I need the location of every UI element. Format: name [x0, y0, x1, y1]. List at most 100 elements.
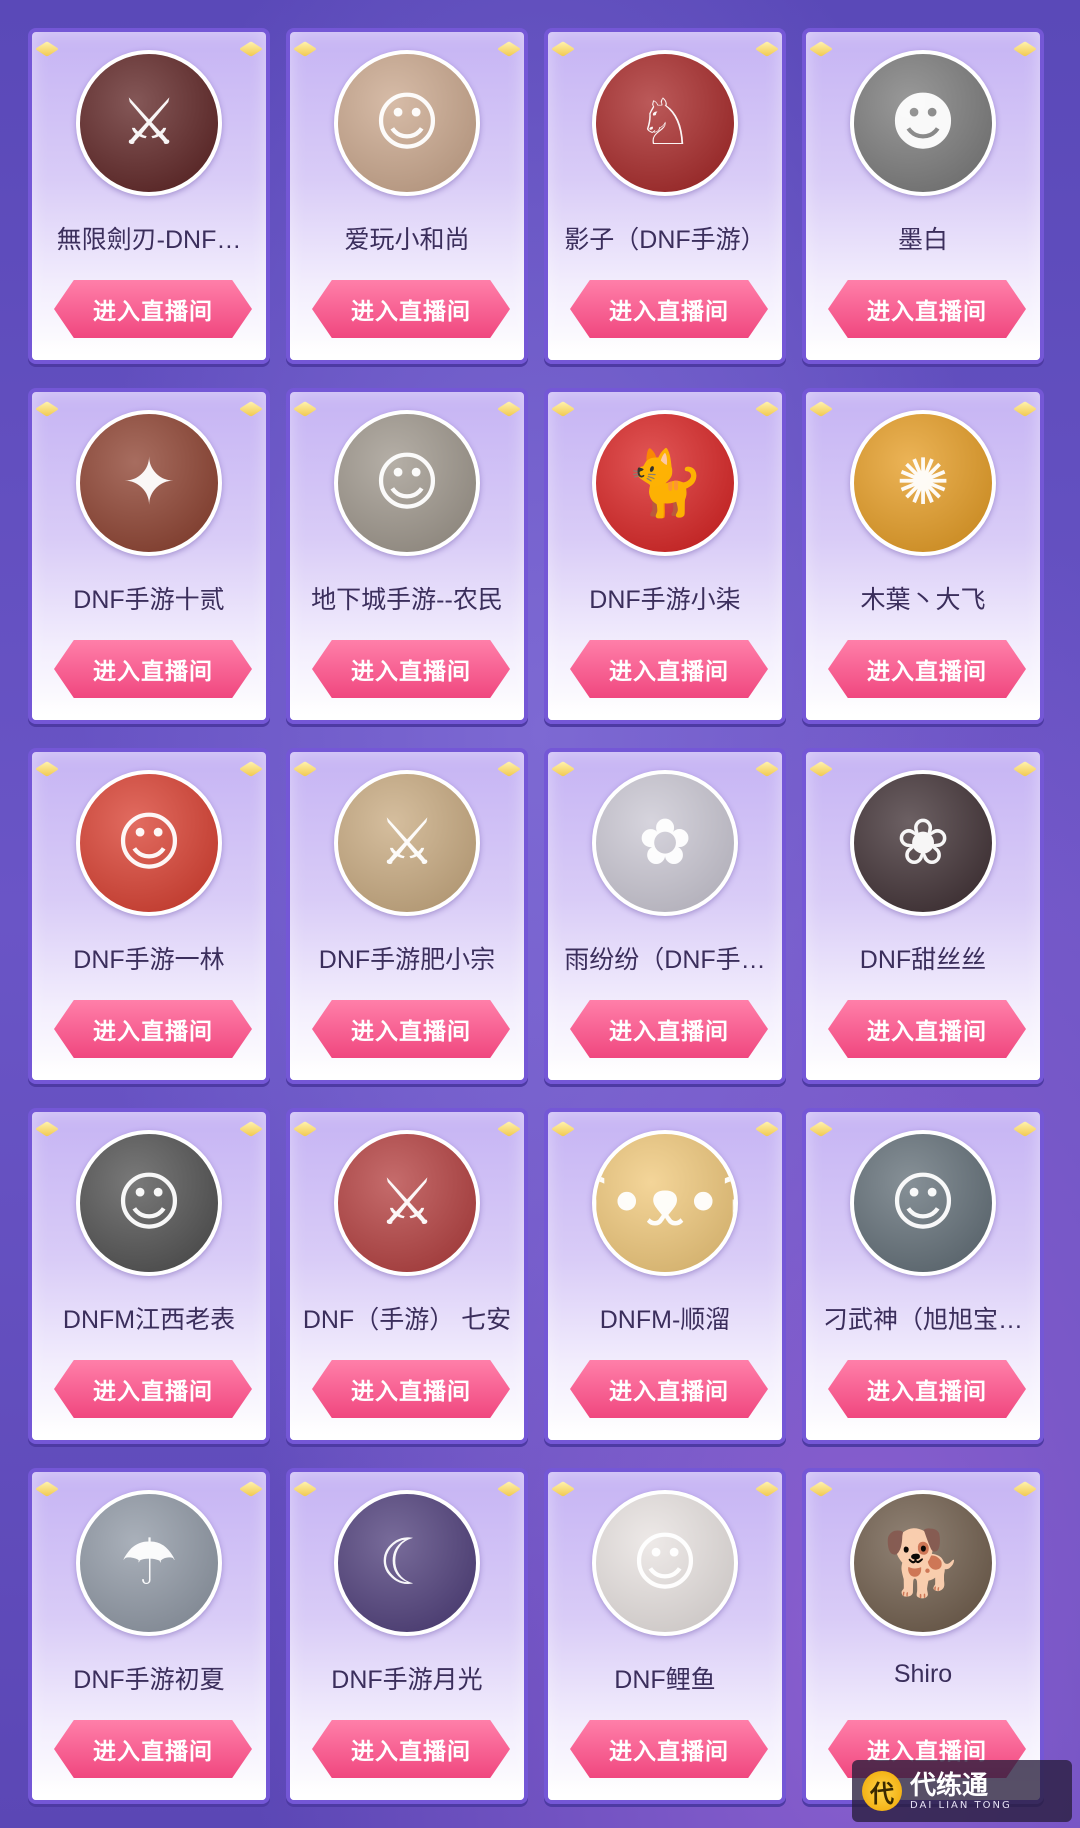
- gold-corner-icon: [496, 761, 522, 777]
- gold-corner-icon: [754, 41, 780, 57]
- gold-corner-icon: [808, 1121, 834, 1137]
- streamer-card: ☺ 爱玩小和尚进入直播间: [286, 28, 528, 364]
- enter-live-room-button[interactable]: 进入直播间: [570, 1720, 768, 1778]
- gold-corner-icon: [292, 401, 318, 417]
- streamer-name: DNF手游肥小宗: [318, 946, 496, 974]
- gold-corner-icon: [496, 41, 522, 57]
- streamer-card: ʕ•ᴥ•ʔ DNFM-顺溜进入直播间: [544, 1108, 786, 1444]
- gold-corner-icon: [238, 1481, 264, 1497]
- streamer-card: ☺ DNF手游一林 进入直播间: [28, 748, 270, 1084]
- bear-avatar-icon[interactable]: ʕ•ᴥ•ʔ: [592, 1130, 738, 1276]
- streamer-name: 無限劍刃-DNF…: [56, 226, 242, 254]
- gold-corner-icon: [808, 401, 834, 417]
- gold-corner-icon: [550, 761, 576, 777]
- gold-corner-icon: [34, 761, 60, 777]
- gold-corner-icon: [238, 761, 264, 777]
- ninja-avatar-icon[interactable]: ✺: [850, 410, 996, 556]
- gold-corner-icon: [1012, 1121, 1038, 1137]
- streamer-card: ✺ 木葉丶大飞进入直播间: [802, 388, 1044, 724]
- enter-live-room-button[interactable]: 进入直播间: [312, 1360, 510, 1418]
- streamer-card: ✦ DNF手游十贰 进入直播间: [28, 388, 270, 724]
- enter-live-room-button[interactable]: 进入直播间: [54, 1000, 252, 1058]
- streamer-name: Shiro: [893, 1660, 953, 1688]
- gold-corner-icon: [238, 401, 264, 417]
- gold-corner-icon: [1012, 401, 1038, 417]
- streamer-name: DNF手游小柒: [589, 586, 741, 614]
- gold-corner-icon: [292, 1481, 318, 1497]
- enter-live-room-button[interactable]: 进入直播间: [54, 1360, 252, 1418]
- watermark-logo-icon: 代: [862, 1771, 902, 1811]
- gold-corner-icon: [754, 1121, 780, 1137]
- streamer-name: DNF（手游） 七安: [302, 1306, 512, 1334]
- streamer-card: ☂ DNF手游初夏进入直播间: [28, 1468, 270, 1804]
- anime-fox-avatar-icon[interactable]: ✿: [592, 770, 738, 916]
- gold-corner-icon: [238, 41, 264, 57]
- streamer-card: 🐈 DNF手游小柒进入直播间: [544, 388, 786, 724]
- boy-avatar-icon[interactable]: ☺: [334, 50, 480, 196]
- streamer-name: DNF甜丝丝: [859, 946, 987, 974]
- streamer-name: 爱玩小和尚: [344, 226, 470, 254]
- anime-fighter-avatar-icon[interactable]: ✦: [76, 410, 222, 556]
- enter-live-room-button[interactable]: 进入直播间: [312, 280, 510, 338]
- woman-avatar-icon[interactable]: ❀: [850, 770, 996, 916]
- enter-live-room-button[interactable]: 进入直播间: [54, 280, 252, 338]
- streamer-name: DNF手游初夏: [73, 1666, 225, 1694]
- streamer-name: 刁武神（旭旭宝…: [822, 1306, 1023, 1334]
- gold-corner-icon: [496, 401, 522, 417]
- streamer-page: { "button_label": "进入直播间", "streamers": …: [0, 0, 1080, 1828]
- warrior-avatar-icon[interactable]: ⚔: [76, 50, 222, 196]
- wolf-girl-avatar-icon[interactable]: ♘: [592, 50, 738, 196]
- streamer-card: ☺ 刁武神（旭旭宝… 进入直播间: [802, 1108, 1044, 1444]
- red-warrior-avatar-icon[interactable]: ⚔: [334, 1130, 480, 1276]
- streamer-name: DNF手游月光: [331, 1666, 483, 1694]
- enter-live-room-button[interactable]: 进入直播间: [570, 640, 768, 698]
- rain-boy-avatar-icon[interactable]: ☂: [76, 1490, 222, 1636]
- gold-corner-icon: [808, 1481, 834, 1497]
- streamer-name: 地下城手游--农民: [311, 586, 503, 614]
- streamer-name: 木葉丶大飞: [860, 586, 986, 614]
- enter-live-room-button[interactable]: 进入直播间: [312, 1000, 510, 1058]
- gold-corner-icon: [808, 761, 834, 777]
- gold-corner-icon: [34, 401, 60, 417]
- enter-live-room-button[interactable]: 进入直播间: [54, 1720, 252, 1778]
- cartoon-boy-avatar-icon[interactable]: ☺: [592, 1490, 738, 1636]
- gold-corner-icon: [496, 1121, 522, 1137]
- enter-live-room-button[interactable]: 进入直播间: [828, 280, 1026, 338]
- puppy-avatar-icon[interactable]: 🐕: [850, 1490, 996, 1636]
- anime-girl-avatar-icon[interactable]: ☺: [334, 410, 480, 556]
- enter-live-room-button[interactable]: 进入直播间: [828, 1000, 1026, 1058]
- sunglasses-man-avatar-icon[interactable]: ☺: [850, 1130, 996, 1276]
- enter-live-room-button[interactable]: 进入直播间: [828, 640, 1026, 698]
- gold-corner-icon: [550, 41, 576, 57]
- black-cat-avatar-icon[interactable]: 🐈: [592, 410, 738, 556]
- enter-live-room-button[interactable]: 进入直播间: [570, 1360, 768, 1418]
- gold-corner-icon: [754, 1481, 780, 1497]
- enter-live-room-button[interactable]: 进入直播间: [312, 640, 510, 698]
- gold-corner-icon: [1012, 761, 1038, 777]
- gold-corner-icon: [1012, 1481, 1038, 1497]
- gold-corner-icon: [238, 1121, 264, 1137]
- gold-corner-icon: [754, 761, 780, 777]
- streamer-card: ☾ DNF手游月光进入直播间: [286, 1468, 528, 1804]
- gold-corner-icon: [34, 1121, 60, 1137]
- enter-live-room-button[interactable]: 进入直播间: [570, 280, 768, 338]
- enter-live-room-button[interactable]: 进入直播间: [570, 1000, 768, 1058]
- gold-corner-icon: [550, 1481, 576, 1497]
- streamer-name: DNFM-顺溜: [599, 1306, 731, 1334]
- enter-live-room-button[interactable]: 进入直播间: [312, 1720, 510, 1778]
- streamer-card: ☺ 地下城手游--农民进入直播间: [286, 388, 528, 724]
- streamer-card: ⚔ DNF手游肥小宗进入直播间: [286, 748, 528, 1084]
- swordswoman-avatar-icon[interactable]: ⚔: [334, 770, 480, 916]
- streamer-card: ⚔ DNF（手游） 七安进入直播间: [286, 1108, 528, 1444]
- gold-corner-icon: [292, 1121, 318, 1137]
- gold-corner-icon: [34, 1481, 60, 1497]
- dark-knight-avatar-icon[interactable]: ☾: [334, 1490, 480, 1636]
- streamer-card: ☺ DNFM江西老表 进入直播间: [28, 1108, 270, 1444]
- streamer-card: ⚔ 無限劍刃-DNF… 进入直播间: [28, 28, 270, 364]
- anime-boy-avatar-icon[interactable]: ☻: [850, 50, 996, 196]
- enter-live-room-button[interactable]: 进入直播间: [54, 640, 252, 698]
- man-portrait-avatar-icon[interactable]: ☺: [76, 1130, 222, 1276]
- pirate-avatar-icon[interactable]: ☺: [76, 770, 222, 916]
- enter-live-room-button[interactable]: 进入直播间: [828, 1360, 1026, 1418]
- streamer-card: ♘ 影子（DNF手游） 进入直播间: [544, 28, 786, 364]
